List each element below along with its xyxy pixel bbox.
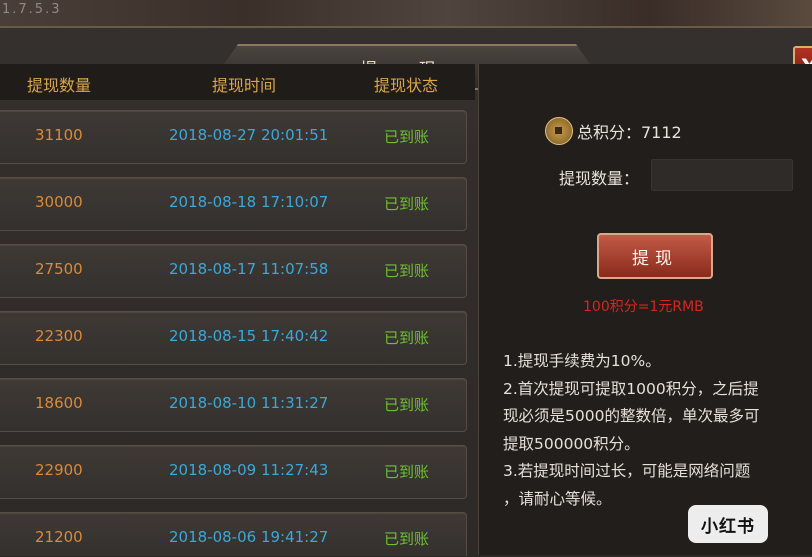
row-time: 2018-08-15 17:40:42 [169,327,329,345]
table-row: 27500 2018-08-17 11:07:58 已到账 [0,244,467,298]
table-header: 提现数量 提现时间 提现状态 [0,64,475,100]
row-status: 已到账 [384,463,430,481]
row-qty: 30000 [35,193,83,211]
table-row: 22300 2018-08-15 17:40:42 已到账 [0,311,467,365]
exchange-rate: 100积分=1元RMB [583,299,704,315]
row-qty: 21200 [35,528,83,546]
coin-icon [545,117,573,145]
row-status: 已到账 [384,128,430,146]
rule-line: 2.首次提现可提取1000积分，之后提 [503,379,759,398]
row-time: 2018-08-06 19:41:27 [169,528,329,546]
table-row: 18600 2018-08-10 11:31:27 已到账 [0,378,467,432]
row-time: 2018-08-17 11:07:58 [169,260,329,278]
total-points: 总积分：7112 [577,123,682,142]
row-status: 已到账 [384,396,430,414]
row-qty: 22300 [35,327,83,345]
row-qty: 22900 [35,461,83,479]
row-qty: 31100 [35,126,83,144]
rule-line: 3.若提现时间过长，可能是网络问题 [503,462,751,480]
rules-text: 1.提现手续费为10%。 2.首次提现可提取1000积分，之后提 现必须是500… [503,348,803,513]
row-qty: 18600 [35,394,83,412]
rule-line: 现必须是5000的整数倍，单次最多可 [503,407,760,425]
header-time: 提现时间 [212,76,277,95]
row-status: 已到账 [384,262,430,280]
table-row: 30000 2018-08-18 17:10:07 已到账 [0,177,467,231]
withdraw-qty-input[interactable] [651,159,793,191]
row-time: 2018-08-27 20:01:51 [169,126,329,144]
row-time: 2018-08-10 11:31:27 [169,394,329,412]
row-status: 已到账 [384,195,430,213]
version-label: 1.7.5.3 [2,2,62,17]
qty-label: 提现数量： [559,169,640,188]
row-status: 已到账 [384,530,430,548]
row-time: 2018-08-18 17:10:07 [169,193,329,211]
header-qty: 提现数量 [27,76,92,95]
row-status: 已到账 [384,329,430,347]
rule-line: 1.提现手续费为10%。 [503,352,661,370]
table-row: 31100 2018-08-27 20:01:51 已到账 [0,110,467,164]
row-time: 2018-08-09 11:27:43 [169,461,329,479]
table-row: 21200 2018-08-06 19:41:27 已到账 [0,512,467,556]
row-qty: 27500 [35,260,83,278]
table-row: 22900 2018-08-09 11:27:43 已到账 [0,445,467,499]
withdraw-form: 总积分：7112 提现数量： 提现 100积分=1元RMB 1.提现手续费为10… [478,64,812,555]
withdraw-button[interactable]: 提现 [597,233,713,279]
rule-line: 提取500000积分。 [503,434,640,453]
header-status: 提现状态 [374,76,439,95]
xiaohongshu-watermark: 小红书 [688,505,768,543]
